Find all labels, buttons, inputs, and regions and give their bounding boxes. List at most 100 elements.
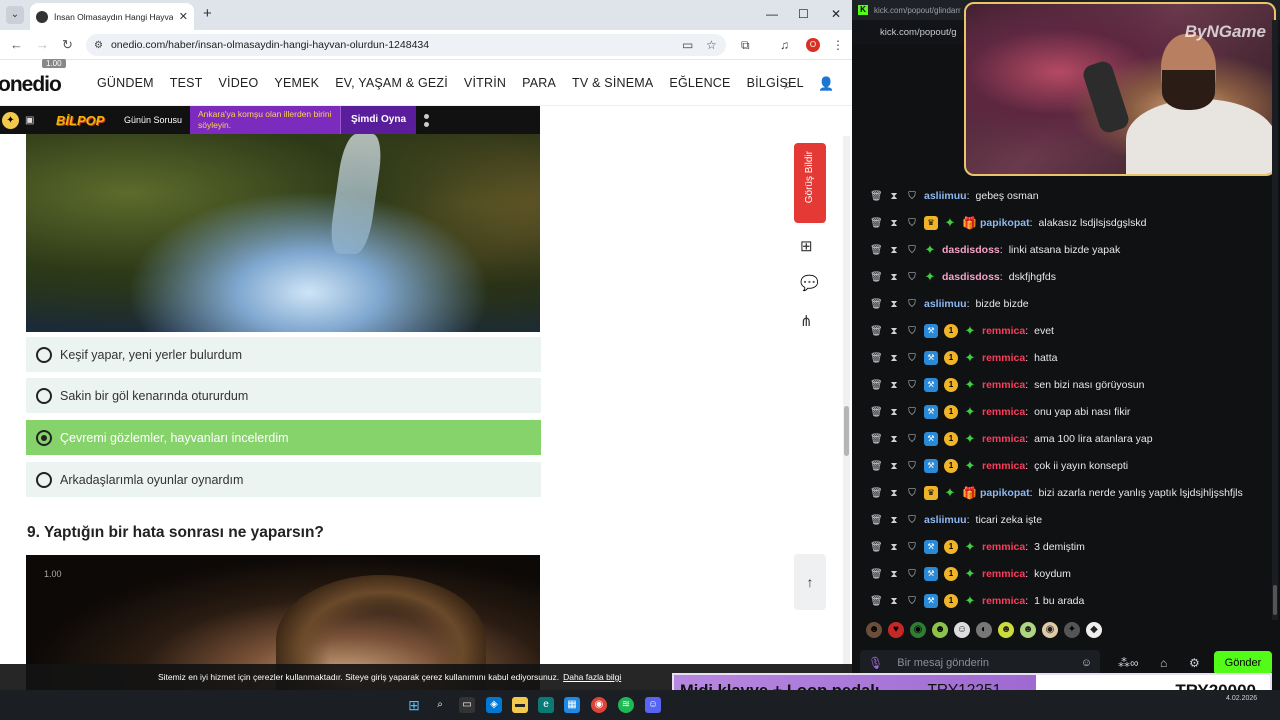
comments-icon[interactable]: 💬	[800, 274, 819, 292]
chat-username[interactable]: remmica	[982, 460, 1025, 472]
play-now-button[interactable]: Şimdi Oyna	[340, 106, 416, 134]
new-tab-button[interactable]: +	[203, 6, 212, 22]
timeout-icon[interactable]: ⧗	[888, 380, 900, 391]
close-window-button[interactable]: ✕	[831, 7, 841, 21]
chat-username[interactable]: papikopat	[980, 217, 1030, 229]
timeout-icon[interactable]: ⧗	[888, 515, 900, 526]
chat-username[interactable]: dasdisdoss	[942, 271, 1000, 283]
menu-item-eglence[interactable]: EĞLENCE	[669, 76, 730, 90]
emote-icon[interactable]: ◉	[1042, 622, 1058, 638]
timeout-icon[interactable]: ⧗	[888, 461, 900, 472]
microphone-icon[interactable]: 🎙	[868, 656, 883, 670]
user-icon[interactable]: 👤	[818, 76, 834, 92]
search-icon[interactable]: ⌕	[784, 76, 792, 93]
timeout-icon[interactable]: ⧗	[888, 542, 900, 553]
chat-username[interactable]: remmica	[982, 325, 1025, 337]
chat-username[interactable]: remmica	[982, 568, 1025, 580]
store-icon[interactable]: ⌂	[1160, 656, 1167, 670]
delete-message-icon[interactable]: 🗑	[870, 407, 883, 418]
share-icon[interactable]: ⋔	[800, 312, 813, 330]
delete-message-icon[interactable]: 🗑	[870, 515, 883, 526]
delete-message-icon[interactable]: 🗑	[870, 272, 883, 283]
send-button[interactable]: Gönder	[1214, 651, 1272, 675]
chat-username[interactable]: remmica	[982, 433, 1025, 445]
chat-username[interactable]: asliimuu	[924, 298, 967, 310]
reload-button[interactable]: ↻	[62, 37, 73, 53]
camera-icon[interactable]: ▣	[25, 115, 34, 126]
maximize-button[interactable]: ☐	[798, 7, 809, 21]
chat-username[interactable]: papikopat	[980, 487, 1030, 499]
active-tab[interactable]: İnsan Olmasaydın Hangi Hayvan Ol… ✕	[30, 3, 194, 30]
emote-icon[interactable]: ☻	[1020, 622, 1036, 638]
menu-item-video[interactable]: VİDEO	[219, 76, 259, 90]
widgets-icon[interactable]: ◈	[486, 697, 502, 713]
timeout-icon[interactable]: ⧗	[888, 218, 900, 229]
menu-item-test[interactable]: TEST	[170, 76, 203, 90]
extensions-icon[interactable]: ⧉	[741, 38, 750, 52]
timeout-icon[interactable]: ⧗	[888, 596, 900, 607]
delete-message-icon[interactable]: 🗑	[870, 191, 883, 202]
timeout-icon[interactable]: ⧗	[888, 326, 900, 337]
menu-item-gundem[interactable]: GÜNDEM	[97, 76, 154, 90]
emoji-icon[interactable]: ☺	[1081, 657, 1092, 669]
settings-gear-icon[interactable]: ⚙	[1189, 656, 1200, 670]
emote-icon[interactable]: ◉	[910, 622, 926, 638]
delete-message-icon[interactable]: 🗑	[870, 245, 883, 256]
scroll-to-top-button[interactable]: ↑	[794, 554, 826, 610]
timeout-icon[interactable]: ⧗	[888, 272, 900, 283]
emote-icon[interactable]: ✦	[1064, 622, 1080, 638]
emote-icon[interactable]: ◐	[976, 622, 992, 638]
menu-item-bilgisel[interactable]: BİLGİSEL	[747, 76, 804, 90]
game-controller-icon[interactable]: ✦	[2, 111, 19, 129]
emote-picker-icon[interactable]: ⁂∞	[1118, 656, 1139, 670]
carousel-dots[interactable]	[416, 113, 436, 127]
browser-menu-icon[interactable]: ⋮	[832, 38, 844, 52]
address-bar[interactable]: ⚙ onedio.com/haber/insan-olmasaydin-hang…	[86, 34, 726, 56]
chat-username[interactable]: remmica	[982, 379, 1025, 391]
quiz-option-2[interactable]: Sakin bir göl kenarında otururdum	[26, 378, 541, 413]
timeout-icon[interactable]: ⧗	[888, 191, 900, 202]
chat-username[interactable]: asliimuu	[924, 190, 967, 202]
menu-item-tv-sinema[interactable]: TV & SİNEMA	[572, 76, 653, 90]
cookie-more-info-link[interactable]: Daha fazla bilgi	[563, 672, 621, 682]
emote-icon[interactable]: ☻	[866, 622, 882, 638]
media-controls-icon[interactable]: ♫	[780, 38, 789, 52]
quiz-option-3-selected[interactable]: Çevremi gözlemler, hayvanları incelerdim	[26, 420, 541, 455]
timeout-icon[interactable]: ⧗	[888, 488, 900, 499]
delete-message-icon[interactable]: 🗑	[870, 542, 883, 553]
minimize-button[interactable]: —	[766, 7, 778, 21]
chat-username[interactable]: remmica	[982, 541, 1025, 553]
chrome-icon[interactable]: ◉	[591, 697, 607, 713]
cast-icon[interactable]: ▭	[682, 38, 693, 52]
timeout-icon[interactable]: ⧗	[888, 569, 900, 580]
timeout-icon[interactable]: ⧗	[888, 245, 900, 256]
bookmark-star-icon[interactable]: ☆	[706, 38, 717, 52]
emote-icon[interactable]: ☻	[932, 622, 948, 638]
delete-message-icon[interactable]: 🗑	[870, 218, 883, 229]
delete-message-icon[interactable]: 🗑	[870, 461, 883, 472]
bookmark-add-icon[interactable]: ⊞	[800, 237, 813, 255]
emote-icon[interactable]: ☻	[998, 622, 1014, 638]
quiz-option-1[interactable]: Keşif yapar, yeni yerler bulurdum	[26, 337, 541, 372]
discord-icon[interactable]: ☺	[645, 697, 661, 713]
store-icon[interactable]: ▦	[564, 697, 580, 713]
tab-search-button[interactable]: ⌄	[6, 6, 24, 24]
timeout-icon[interactable]: ⧗	[888, 353, 900, 364]
page-scrollbar[interactable]	[843, 136, 850, 690]
site-info-icon[interactable]: ⚙	[94, 40, 103, 51]
profile-avatar[interactable]: O	[806, 38, 820, 52]
delete-message-icon[interactable]: 🗑	[870, 353, 883, 364]
emote-icon[interactable]: ☺	[954, 622, 970, 638]
quiz-option-4[interactable]: Arkadaşlarımla oyunlar oynardım	[26, 462, 541, 497]
close-tab-icon[interactable]: ✕	[179, 10, 188, 23]
task-view-icon[interactable]: ▭	[459, 697, 475, 713]
emote-icon[interactable]: ◆	[1086, 622, 1102, 638]
chat-scrollbar[interactable]	[1272, 20, 1278, 620]
timeout-icon[interactable]: ⧗	[888, 434, 900, 445]
edge-icon[interactable]: e	[538, 697, 554, 713]
menu-item-yemek[interactable]: YEMEK	[274, 76, 319, 90]
feedback-button[interactable]: Görüş Bildir	[794, 143, 826, 223]
chat-username[interactable]: remmica	[982, 595, 1025, 607]
menu-item-para[interactable]: PARA	[522, 76, 556, 90]
chat-username[interactable]: dasdisdoss	[942, 244, 1000, 256]
